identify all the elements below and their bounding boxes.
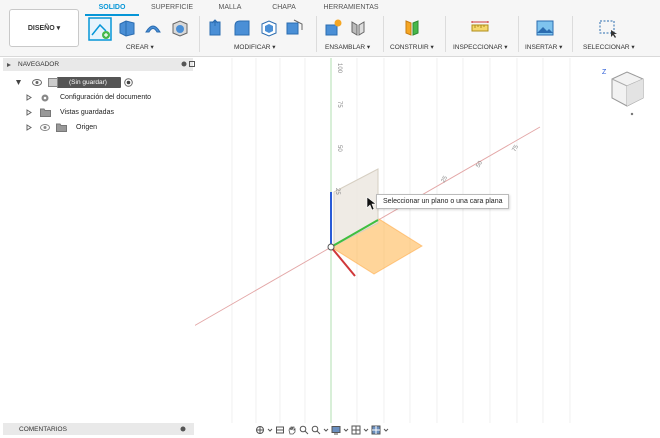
- display-settings-icon[interactable]: [331, 425, 341, 435]
- tree-item-saved-views[interactable]: Vistas guardadas: [60, 106, 114, 119]
- tree-item-label: Origen: [76, 124, 98, 131]
- extrude-icon[interactable]: [117, 18, 137, 38]
- tab-superficie[interactable]: SUPERFICIE: [143, 4, 201, 11]
- combine-icon[interactable]: [284, 18, 304, 38]
- ruler-label: 75: [512, 144, 521, 153]
- workspace-dropdown[interactable]: DISEÑO ▾: [9, 9, 79, 47]
- create-sketch-icon[interactable]: [88, 17, 112, 41]
- viewcube[interactable]: Z: [600, 64, 650, 119]
- visibility-eye-icon[interactable]: [40, 123, 50, 132]
- grid-snap-icon[interactable]: [351, 425, 361, 435]
- chevron-down-icon[interactable]: [363, 425, 369, 435]
- box-icon[interactable]: [170, 18, 190, 38]
- insert-image-icon[interactable]: [535, 18, 555, 38]
- tree-item-origin[interactable]: Origen: [76, 121, 97, 134]
- tab-malla[interactable]: MALLA: [212, 4, 248, 11]
- tooltip-text: Seleccionar un plano o una cara plana: [383, 198, 503, 205]
- fillet-icon[interactable]: [232, 18, 252, 38]
- pin-icon[interactable]: [180, 426, 186, 432]
- chevron-down-icon[interactable]: [343, 425, 349, 435]
- zoom-icon[interactable]: [299, 425, 309, 435]
- viewports-icon[interactable]: [371, 425, 381, 435]
- new-component-icon[interactable]: [323, 18, 343, 38]
- toolbar-separator: [383, 16, 384, 52]
- ruler-label: 100: [336, 63, 342, 74]
- ruler-label: 75: [336, 101, 342, 108]
- navigation-bar: [255, 423, 405, 436]
- pan-hand-icon[interactable]: [287, 425, 297, 435]
- chevron-down-icon[interactable]: [267, 425, 273, 435]
- toolbar-separator: [572, 16, 573, 52]
- gear-icon: [41, 94, 49, 102]
- folder-icon: [56, 123, 67, 132]
- expand-triangle-icon[interactable]: [26, 94, 32, 101]
- revolve-icon[interactable]: [143, 18, 163, 38]
- navigator-title: NAVEGADOR: [18, 61, 60, 68]
- comments-panel-header[interactable]: COMENTARIOS: [3, 423, 194, 435]
- navigator-header[interactable]: NAVEGADOR: [3, 58, 195, 71]
- chevron-down-icon[interactable]: [323, 425, 329, 435]
- root-component-label: (Sin guardar): [69, 79, 107, 86]
- expand-triangle-icon[interactable]: [15, 79, 22, 86]
- collapse-icon[interactable]: [6, 62, 12, 68]
- activate-radio-icon[interactable]: [124, 78, 133, 87]
- group-inspeccionar[interactable]: INSPECCIONAR ▾: [453, 43, 508, 51]
- expand-triangle-icon[interactable]: [26, 124, 32, 131]
- toolbar-separator: [316, 16, 317, 52]
- visibility-eye-icon[interactable]: [32, 78, 42, 87]
- chevron-down-icon[interactable]: [383, 425, 389, 435]
- comments-title: COMENTARIOS: [19, 425, 67, 433]
- press-pull-icon[interactable]: [205, 18, 225, 38]
- active-tab-indicator: [85, 14, 139, 16]
- look-at-icon[interactable]: [275, 425, 285, 435]
- expand-triangle-icon[interactable]: [26, 109, 32, 116]
- group-seleccionar[interactable]: SELECCIONAR ▾: [583, 43, 635, 51]
- group-crear[interactable]: CREAR ▾: [126, 43, 154, 51]
- ruler-label: 50: [336, 145, 342, 152]
- select-icon[interactable]: [598, 18, 618, 38]
- pin-icon[interactable]: [181, 61, 187, 67]
- offset-plane-icon[interactable]: [402, 18, 422, 38]
- zoom-window-icon[interactable]: [311, 425, 321, 435]
- ruler-labels-x: 25 50 75: [441, 144, 521, 184]
- folder-icon: [40, 108, 51, 117]
- toolbar-separator: [445, 16, 446, 52]
- toolbar-separator: [199, 16, 200, 52]
- origin-point: [327, 243, 335, 251]
- group-modificar[interactable]: MODIFICAR ▾: [234, 43, 276, 51]
- ruler-label: 25: [441, 175, 450, 184]
- measure-icon[interactable]: [470, 18, 490, 38]
- shell-icon[interactable]: [259, 18, 279, 38]
- tree-item-label: Configuración del documento: [60, 94, 152, 101]
- tab-solido[interactable]: SOLIDO: [88, 4, 136, 11]
- group-ensamblar[interactable]: ENSAMBLAR ▾: [325, 43, 370, 51]
- ruler-label: 25: [334, 188, 340, 195]
- tree-item-document-settings[interactable]: Configuración del documento: [60, 91, 151, 104]
- group-construir[interactable]: CONSTRUIR ▾: [390, 43, 434, 51]
- viewport-canvas[interactable]: 100 75 50 25 25 50 75: [195, 58, 660, 423]
- ruler-labels-y: 100 75 50 25: [334, 63, 342, 195]
- toolbar: DISEÑO ▾ SOLIDO SUPERFICIE MALLA CHAPA H…: [0, 0, 660, 57]
- ruler-label: 50: [476, 160, 485, 169]
- document-icon: [48, 78, 58, 87]
- root-component[interactable]: (Sin guardar): [57, 77, 121, 88]
- selection-tooltip: Seleccionar un plano o una cara plana: [376, 194, 510, 209]
- toolbar-separator: [518, 16, 519, 52]
- viewcube-axis-label: Z: [602, 69, 607, 76]
- tab-herramientas[interactable]: HERRAMIENTAS: [318, 4, 384, 11]
- tab-chapa[interactable]: CHAPA: [266, 4, 302, 11]
- tree-item-label: Vistas guardadas: [60, 109, 114, 116]
- group-insertar[interactable]: INSERTAR ▾: [525, 43, 562, 51]
- orbit-icon[interactable]: [255, 425, 265, 435]
- joint-icon[interactable]: [348, 18, 368, 38]
